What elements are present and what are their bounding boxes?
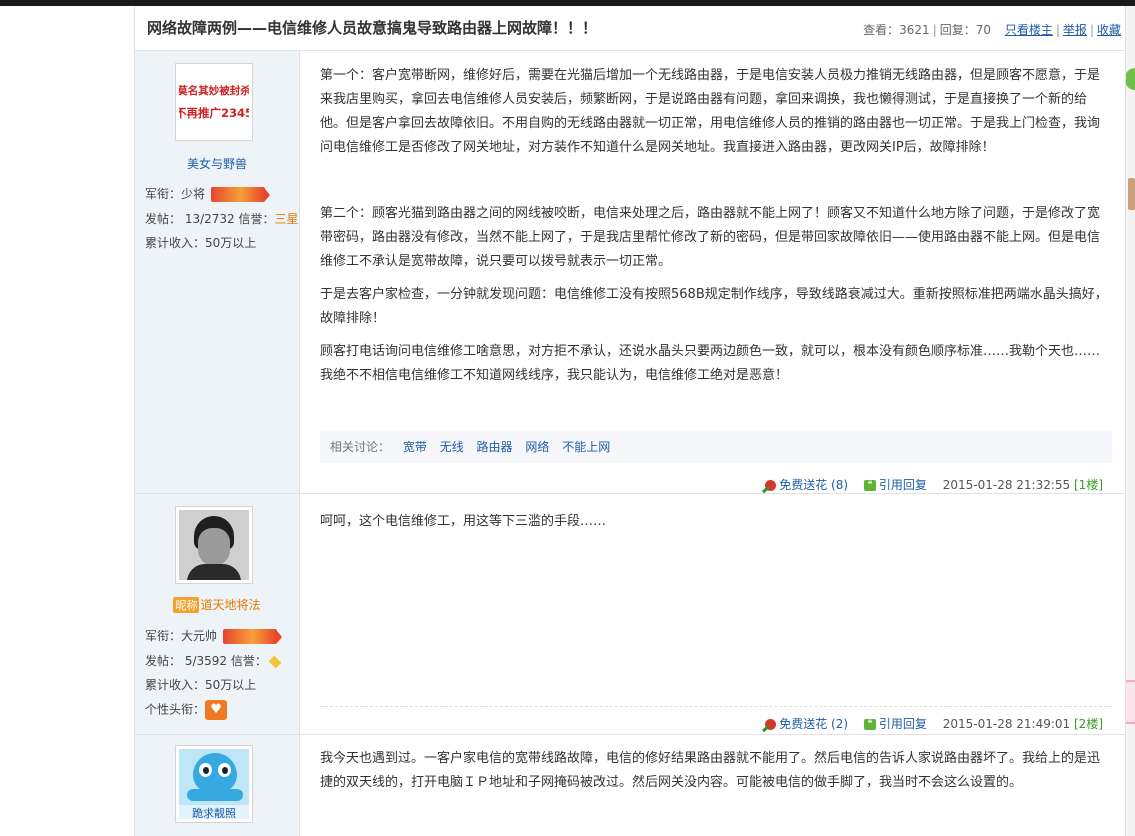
posts-row: 发帖： 13/2732 信誉：三星	[145, 210, 299, 227]
related-tag-link[interactable]: 无线	[440, 440, 464, 454]
username-link[interactable]: 美女与野兽	[135, 155, 299, 172]
income-value: 50万以上	[205, 678, 257, 692]
rank-row: 军衔：大元帅	[145, 627, 282, 644]
views-count: 查看：3621	[863, 23, 930, 37]
rank-value: 大元帅	[181, 629, 218, 643]
posts-label: 发帖：	[145, 654, 182, 668]
post-paragraph: 于是去客户家检查，一分钟就发现问题：电信维修工没有按照568B规定制作线序，导致…	[320, 287, 1108, 326]
avatar[interactable]: 莫名其妙被封杀 不再推广2345	[175, 63, 253, 141]
related-tag-link[interactable]: 网络	[525, 440, 549, 454]
favorite-link[interactable]: 收藏	[1097, 23, 1121, 37]
quote-icon: ❝	[863, 719, 876, 730]
replies-count: 回复：70	[939, 23, 992, 37]
diamond-icon	[268, 655, 282, 668]
credit-value: 三星	[274, 212, 299, 226]
posts-label: 发帖：	[145, 212, 182, 226]
send-flower-button[interactable]: 免费送花 (8)	[765, 478, 848, 492]
author-panel: 莫名其妙被封杀 不再推广2345 美女与野兽 军衔：少将 发帖： 13/2732…	[135, 51, 300, 493]
report-link[interactable]: 举报	[1063, 23, 1087, 37]
meta-separator: |	[932, 23, 937, 37]
posts-count: 5/3592	[184, 654, 228, 668]
post-footer: 免费送花 (2) ❝ 引用回复 2015-01-28 21:49:01 [2楼]	[765, 715, 1103, 732]
quote-reply-button[interactable]: ❝ 引用回复	[863, 478, 927, 492]
post-content: 我今天也遇到过。一客户家电信的宽带线路故障，电信的修好结果路由器就不能用了。然后…	[320, 747, 1112, 795]
author-panel: 跪求靓照	[135, 735, 300, 836]
avatar[interactable]: 跪求靓照	[175, 745, 253, 823]
post-1: 莫名其妙被封杀 不再推广2345 美女与野兽 军衔：少将 发帖： 13/2732…	[135, 51, 1125, 494]
divider	[320, 706, 1112, 707]
thread-container: 网络故障两例——电信维修人员故意搞鬼导致路由器上网故障！！！ 查看：3621 | 回…	[134, 6, 1126, 836]
income-row: 累计收入：50万以上	[145, 676, 256, 693]
rank-value: 少将	[181, 187, 206, 201]
head-label: 个性头衔：	[145, 702, 206, 717]
rank-label: 军衔：	[145, 187, 182, 201]
rank-label: 军衔：	[145, 629, 182, 643]
post-time: 2015-01-28 21:49:01	[942, 717, 1071, 731]
post-content: 第一个：客户宽带断网，维修好后，需要在光猫后增加一个无线路由器，于是电信安装人员…	[320, 64, 1112, 388]
quote-reply-button[interactable]: ❝ 引用回复	[863, 717, 927, 731]
thread-header: 网络故障两例——电信维修人员故意搞鬼导致路由器上网故障！！！ 查看：3621 | 回…	[135, 6, 1125, 51]
meta-separator: |	[1089, 23, 1094, 37]
post-3: 跪求靓照 我今天也遇到过。一客户家电信的宽带线路故障，电信的修好结果路由器就不能…	[135, 735, 1125, 836]
heart-icon: ♥	[205, 700, 228, 720]
meta-separator: |	[1055, 23, 1060, 37]
credit-label: 信誉：	[230, 654, 267, 668]
thread-meta: 查看：3621 | 回复：70 只看楼主 | 举报 | 收藏	[863, 21, 1121, 38]
post-paragraph: 第二个：顾客光猫到路由器之间的网线被咬断，电信来处理之后，路由器就不能上网了！顾…	[320, 206, 1101, 269]
avatar[interactable]	[175, 506, 253, 584]
avatar-caption: 跪求靓照	[179, 805, 249, 819]
rose-icon	[765, 719, 777, 730]
post-2: 昵称 道天地将法 军衔：大元帅 发帖： 5/3592 信誉： 累计收入：50万以上…	[135, 494, 1125, 735]
rose-icon	[765, 480, 777, 491]
post-paragraph: 第一个：客户宽带断网，维修好后，需要在光猫后增加一个无线路由器，于是电信安装人员…	[320, 68, 1101, 155]
flower-count: (8)	[831, 478, 849, 492]
posts-row: 发帖： 5/3592 信誉：	[145, 652, 282, 669]
income-label: 累计收入：	[145, 236, 206, 250]
username-link[interactable]: 昵称 道天地将法	[135, 596, 299, 613]
only-op-link[interactable]: 只看楼主	[1005, 23, 1053, 37]
avatar-text-line2: 不再推广2345	[179, 106, 249, 120]
income-value: 50万以上	[205, 236, 257, 250]
related-tag-link[interactable]: 路由器	[477, 440, 513, 454]
avatar-text-line1: 莫名其妙被封杀	[179, 85, 249, 97]
post-content: 呵呵，这个电信维修工，用这等下三滥的手段……	[320, 510, 1112, 534]
rank-row: 军衔：少将	[145, 185, 270, 202]
credit-label: 信誉：	[238, 212, 275, 226]
floor-number: [2楼]	[1074, 717, 1103, 731]
flower-count: (2)	[831, 717, 849, 731]
post-paragraph: 顾客打电话询问电信维修工啥意思，对方拒不承认，还说水晶头只要两边颜色一致，就可以…	[320, 344, 1101, 383]
related-tag-link[interactable]: 宽带	[403, 440, 427, 454]
related-label: 相关讨论：	[330, 440, 391, 454]
floor-number: [1楼]	[1074, 478, 1103, 492]
thread-title: 网络故障两例——电信维修人员故意搞鬼导致路由器上网故障！！！	[147, 19, 598, 37]
income-label: 累计收入：	[145, 678, 206, 692]
post-time: 2015-01-28 21:32:55	[942, 478, 1071, 492]
related-discussion: 相关讨论： 宽带 无线 路由器 网络 不能上网	[320, 431, 1112, 463]
head-row: 个性头衔： ♥	[145, 700, 228, 720]
quote-icon: ❝	[863, 480, 876, 491]
post-footer: 免费送花 (8) ❝ 引用回复 2015-01-28 21:32:55 [1楼]	[765, 476, 1103, 493]
rank-badge-icon	[210, 187, 270, 202]
posts-count: 13/2732	[184, 212, 235, 226]
send-flower-button[interactable]: 免费送花 (2)	[765, 717, 848, 731]
username-text: 道天地将法	[200, 598, 261, 612]
post-paragraph: 我今天也遇到过。一客户家电信的宽带线路故障，电信的修好结果路由器就不能用了。然后…	[320, 751, 1101, 790]
author-panel: 昵称 道天地将法 军衔：大元帅 发帖： 5/3592 信誉： 累计收入：50万以上…	[135, 494, 300, 734]
post-paragraph: 呵呵，这个电信维修工，用这等下三滥的手段……	[320, 514, 607, 529]
side-thumbnail[interactable]	[1128, 178, 1135, 210]
income-row: 累计收入：50万以上	[145, 234, 256, 251]
nick-badge: 昵称	[173, 597, 200, 613]
related-tag-link[interactable]: 不能上网	[562, 440, 610, 454]
rank-badge-icon	[222, 629, 282, 644]
